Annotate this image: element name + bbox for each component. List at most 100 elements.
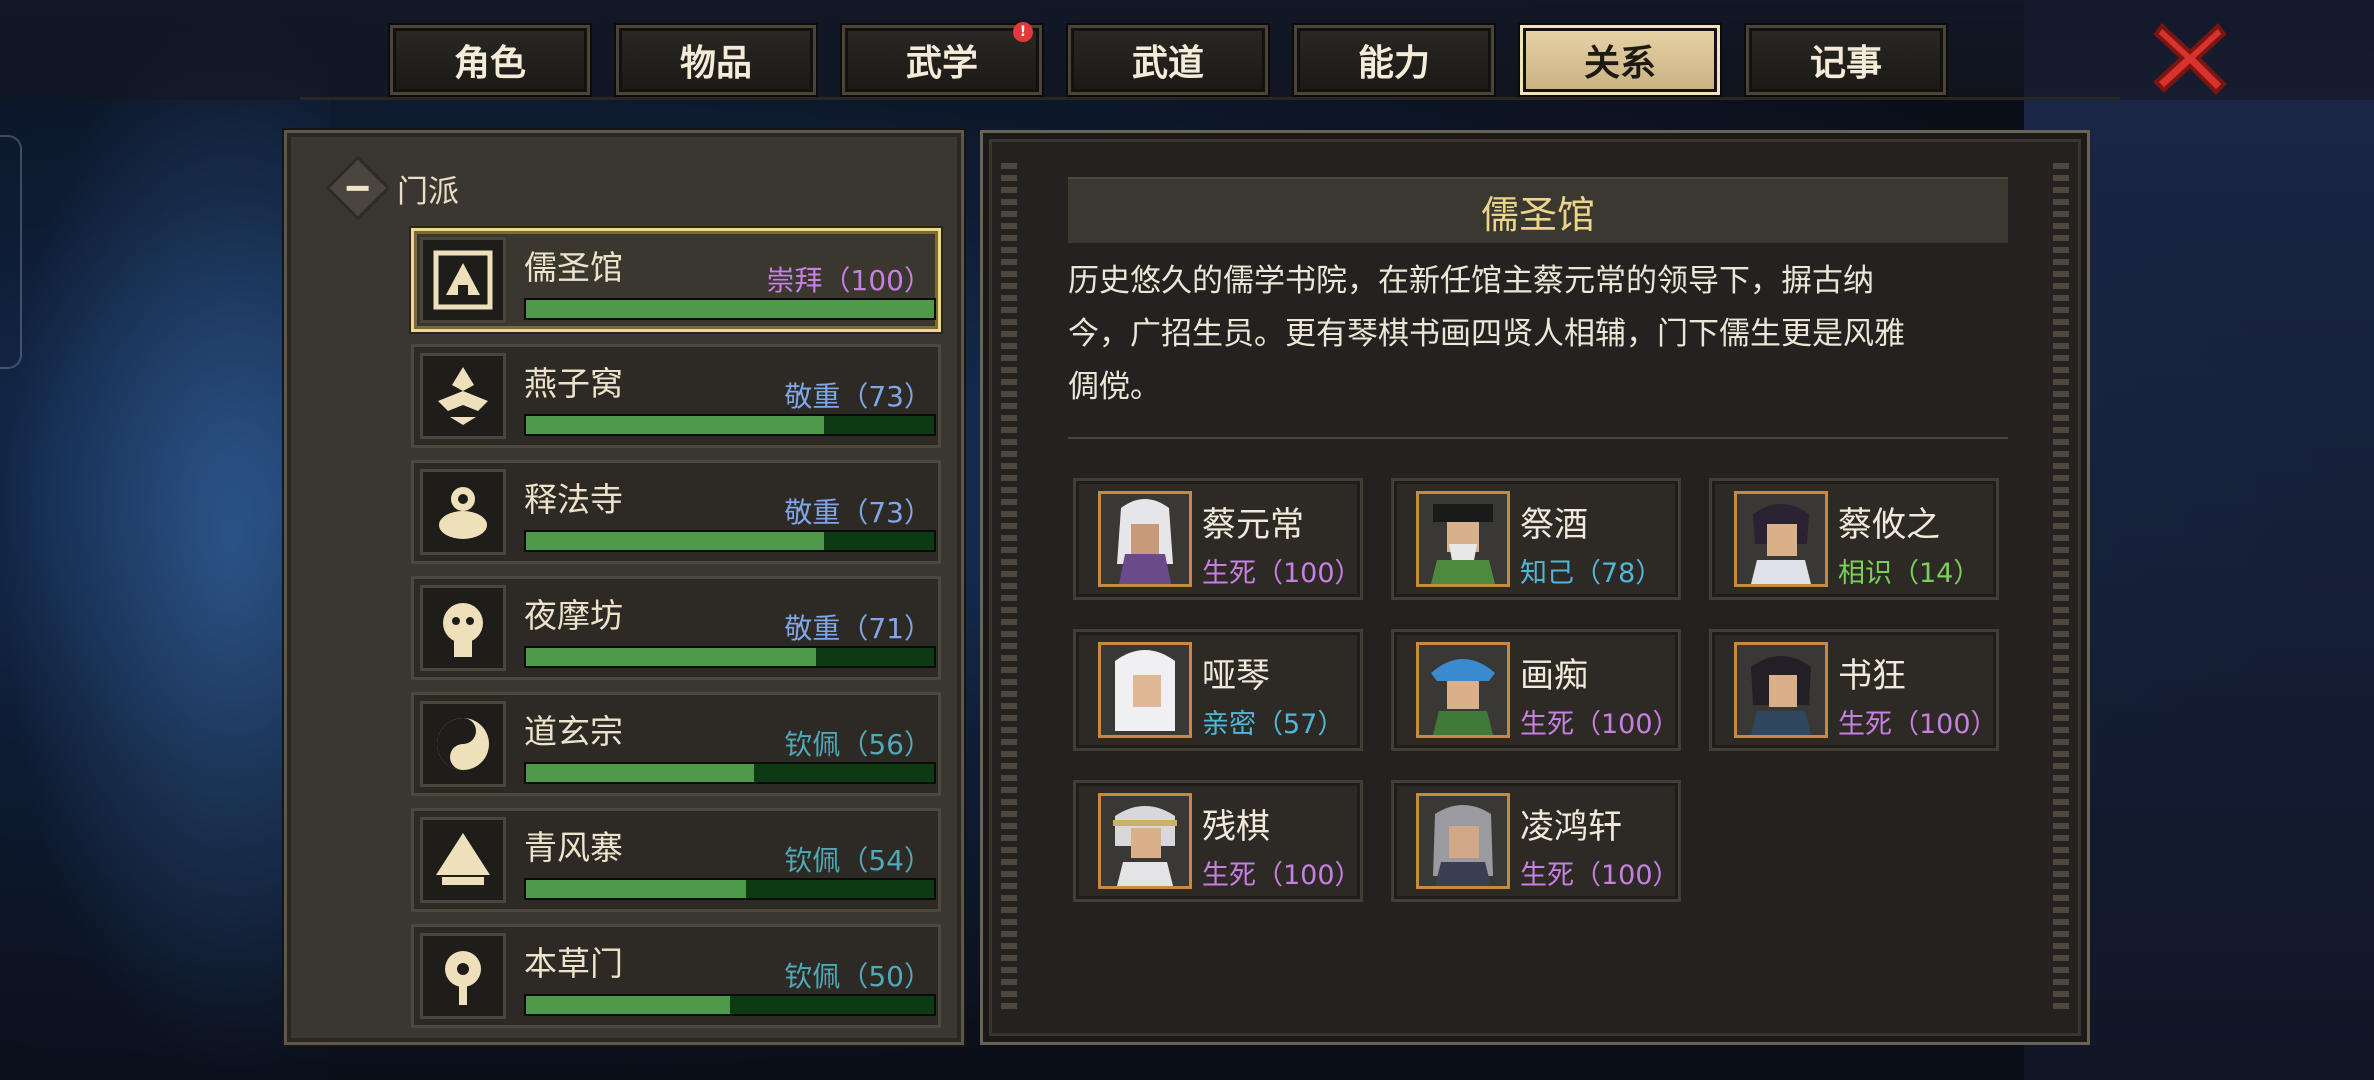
- background-left: [0, 0, 330, 1080]
- reputation-fill: [526, 532, 824, 550]
- lotus-emblem-icon: [420, 469, 506, 555]
- mountain-hat-emblem-icon: [420, 817, 506, 903]
- faction-group-header[interactable]: 门派: [325, 155, 459, 221]
- tab-label: 能力: [1357, 43, 1430, 84]
- scholar-emblem-icon: [420, 237, 506, 323]
- member-card[interactable]: 残棋 生死（100）: [1073, 780, 1363, 902]
- reputation-bar: [524, 646, 936, 668]
- tab-items[interactable]: 物品: [616, 25, 816, 95]
- reputation-fill: [526, 880, 747, 898]
- reputation-fill: [526, 764, 755, 782]
- reputation-bar: [524, 878, 936, 900]
- faction-title-text: 儒圣馆: [1480, 192, 1595, 237]
- faction-name: 道玄宗: [524, 712, 623, 751]
- tab-label: 角色: [453, 43, 526, 84]
- member-relation: 生死（100）: [1838, 709, 1998, 740]
- description-line: 今，广招生员。更有琴棋书画四贤人相辅，门下儒生更是风雅: [1068, 316, 1905, 352]
- faction-status: 钦佩（56）: [784, 728, 932, 761]
- tab-journal[interactable]: 记事: [1746, 25, 1946, 95]
- member-name: 残棋: [1202, 807, 1270, 847]
- member-name: 祭酒: [1520, 505, 1588, 545]
- faction-detail-panel: 儒圣馆 历史悠久的儒学书院，在新任馆主蔡元常的领导下，摒古纳 今，广招生员。更有…: [980, 130, 2090, 1045]
- reputation-fill: [526, 416, 824, 434]
- member-relation: 知己（78）: [1520, 558, 1663, 589]
- tab-label: 武道: [1131, 43, 1204, 84]
- reputation-bar: [524, 994, 936, 1016]
- member-card[interactable]: 凌鸿轩 生死（100）: [1391, 780, 1681, 902]
- member-name: 凌鸿轩: [1520, 807, 1622, 847]
- portrait-icon: [1416, 642, 1510, 738]
- member-name: 蔡攸之: [1838, 505, 1940, 545]
- demon-emblem-icon: [420, 585, 506, 671]
- faction-item-yemofang[interactable]: 夜摩坊 敬重（71）: [411, 576, 941, 680]
- faction-description: 历史悠久的儒学书院，在新任馆主蔡元常的领导下，摒古纳 今，广招生员。更有琴棋书画…: [1068, 255, 2018, 414]
- notification-badge: !: [1013, 22, 1033, 42]
- member-card[interactable]: 哑琴 亲密（57）: [1073, 629, 1363, 751]
- faction-name: 释法寺: [524, 480, 623, 519]
- description-line: 倜傥。: [1068, 369, 1161, 405]
- portrait-icon: [1734, 642, 1828, 738]
- member-name: 蔡元常: [1202, 505, 1304, 545]
- reputation-fill: [526, 648, 816, 666]
- faction-name: 本草门: [524, 944, 623, 983]
- portrait-icon: [1098, 642, 1192, 738]
- portrait-icon: [1416, 491, 1510, 587]
- tab-label: 关系: [1583, 43, 1656, 84]
- herb-emblem-icon: [420, 933, 506, 1019]
- reputation-fill: [526, 996, 730, 1014]
- border-ornament: [1001, 163, 1017, 1013]
- tab-label: 物品: [679, 43, 752, 84]
- tab-abilities[interactable]: 能力: [1294, 25, 1494, 95]
- swallow-emblem-icon: [420, 353, 506, 439]
- reputation-bar: [524, 530, 936, 552]
- close-x-icon: [2153, 23, 2227, 95]
- member-relation: 相识（14）: [1838, 558, 1981, 589]
- faction-name: 青风寨: [524, 828, 623, 867]
- faction-list-panel: 门派 儒圣馆 崇拜（100） 燕子窝 敬重（73） 释法寺 敬重（73） 夜摩坊…: [284, 130, 964, 1045]
- tab-martial-arts[interactable]: 武学!: [842, 22, 1042, 95]
- faction-status: 敬重（71）: [784, 612, 932, 645]
- member-card[interactable]: 祭酒 知己（78）: [1391, 478, 1681, 600]
- member-relation: 生死（100）: [1520, 709, 1680, 740]
- faction-status: 钦佩（54）: [784, 844, 932, 877]
- faction-item-rushengguan[interactable]: 儒圣馆 崇拜（100）: [411, 228, 941, 332]
- taiji-emblem-icon: [420, 701, 506, 787]
- faction-name: 燕子窝: [524, 364, 623, 403]
- member-card[interactable]: 蔡攸之 相识（14）: [1709, 478, 1999, 600]
- reputation-bar: [524, 762, 936, 784]
- member-name: 哑琴: [1202, 656, 1270, 696]
- faction-status: 崇拜（100）: [766, 264, 932, 297]
- faction-status: 敬重（73）: [784, 496, 932, 529]
- faction-item-daoxuanzong[interactable]: 道玄宗 钦佩（56）: [411, 692, 941, 796]
- faction-title: 儒圣馆: [1068, 177, 2008, 243]
- faction-item-shifasi[interactable]: 释法寺 敬重（73）: [411, 460, 941, 564]
- member-relation: 生死（100）: [1520, 860, 1680, 891]
- reputation-bar: [524, 414, 936, 436]
- member-card[interactable]: 画痴 生死（100）: [1391, 629, 1681, 751]
- tab-martial-path[interactable]: 武道: [1068, 25, 1268, 95]
- border-ornament: [2053, 163, 2069, 1013]
- member-relation: 生死（100）: [1202, 860, 1362, 891]
- faction-item-yanziwo[interactable]: 燕子窝 敬重（73）: [411, 344, 941, 448]
- member-name: 画痴: [1520, 656, 1588, 696]
- reputation-fill: [526, 300, 934, 318]
- tab-character[interactable]: 角色: [390, 25, 590, 95]
- faction-name: 儒圣馆: [524, 248, 623, 287]
- faction-item-qingfengzhai[interactable]: 青风寨 钦佩（54）: [411, 808, 941, 912]
- group-label: 门派: [397, 173, 459, 210]
- faction-status: 敬重（73）: [784, 380, 932, 413]
- member-relation: 亲密（57）: [1202, 709, 1345, 740]
- tab-relations[interactable]: 关系: [1520, 25, 1720, 95]
- faction-item-bencaomen[interactable]: 本草门 钦佩（50）: [411, 924, 941, 1028]
- reputation-bar: [524, 298, 936, 320]
- member-card[interactable]: 书狂 生死（100）: [1709, 629, 1999, 751]
- collapse-minus-icon[interactable]: [325, 155, 391, 221]
- faction-status: 钦佩（50）: [784, 960, 932, 993]
- tab-divider: [300, 97, 2120, 100]
- portrait-icon: [1734, 491, 1828, 587]
- close-button[interactable]: [2150, 18, 2230, 98]
- member-card[interactable]: 蔡元常 生死（100）: [1073, 478, 1363, 600]
- description-line: 历史悠久的儒学书院，在新任馆主蔡元常的领导下，摒古纳: [1068, 263, 1874, 299]
- member-name: 书狂: [1838, 656, 1906, 696]
- side-handle[interactable]: [0, 135, 22, 369]
